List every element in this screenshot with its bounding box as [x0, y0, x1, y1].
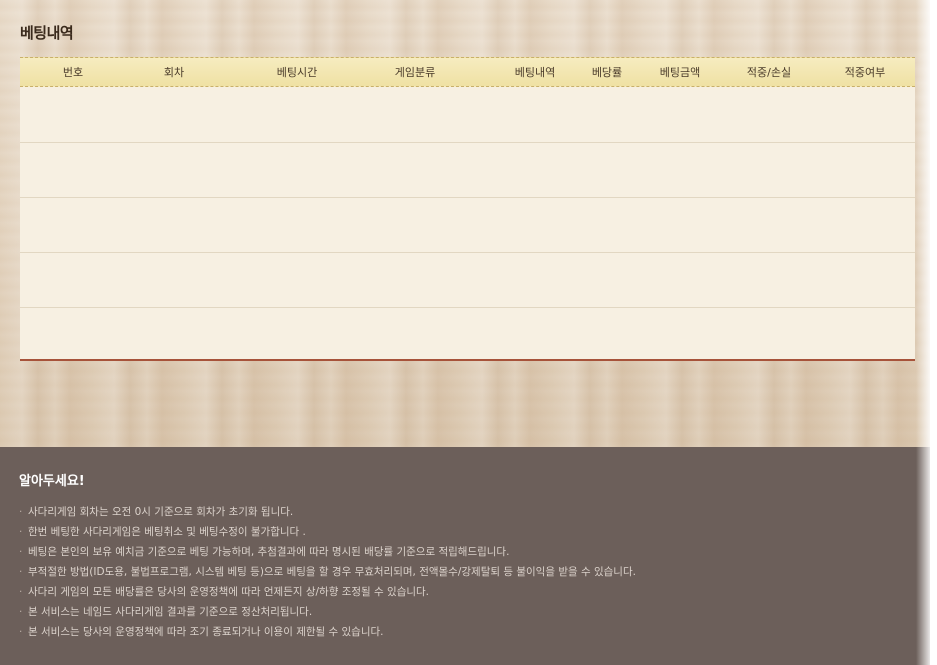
column-header-bet-amount: 베팅금액 — [659, 66, 701, 79]
notice-item-text: 한번 베팅한 사다리게임은 베팅취소 및 베팅수정이 불가합니다 . — [28, 526, 306, 538]
column-header-bet-time: 베팅시간 — [276, 66, 318, 79]
table-row — [20, 88, 915, 143]
bullet-icon: · — [19, 626, 23, 638]
table-row — [20, 308, 915, 357]
betting-history-table: 번호 회차 베팅시간 게임분류 베팅내역 베당률 베팅금액 적중/손실 적중여부 — [20, 57, 915, 361]
notice-item-text: 본 서비스는 당사의 운영정책에 따라 조기 종료되거나 이용이 제한될 수 있… — [28, 626, 384, 638]
notice-item-text: 부적절한 방법(ID도용, 불법프로그램, 시스템 베팅 등)으로 베팅을 할 … — [28, 566, 636, 578]
column-header-win-loss: 적중/손실 — [746, 66, 792, 79]
table-row — [20, 143, 915, 198]
column-header-bet-detail: 베팅내역 — [514, 66, 556, 79]
notice-item: · 베팅은 본인의 보유 예치금 기준으로 베팅 가능하며, 추첨결과에 따라 명… — [19, 542, 636, 562]
notice-item: · 본 서비스는 네임드 사다리게임 결과를 기준으로 정산처리됩니다. — [19, 602, 636, 622]
table-row — [20, 253, 915, 308]
notice-title: 알아두세요! — [19, 474, 85, 489]
column-header-odds: 베당률 — [591, 66, 623, 79]
notice-panel: 알아두세요! · 사다리게임 회차는 오전 0시 기준으로 회차가 초기화 됩니다… — [0, 447, 930, 665]
notice-list: · 사다리게임 회차는 오전 0시 기준으로 회차가 초기화 됩니다. · 한번 베… — [19, 502, 636, 642]
notice-item-text: 본 서비스는 네임드 사다리게임 결과를 기준으로 정산처리됩니다. — [28, 606, 313, 618]
notice-item: · 사다리게임 회차는 오전 0시 기준으로 회차가 초기화 됩니다. — [19, 502, 636, 522]
table-header: 번호 회차 베팅시간 게임분류 베팅내역 베당률 베팅금액 적중/손실 적중여부 — [20, 57, 915, 87]
notice-item-text: 베팅은 본인의 보유 예치금 기준으로 베팅 가능하며, 추첨결과에 따라 명시… — [28, 546, 510, 558]
bullet-icon: · — [19, 586, 23, 598]
notice-item-text: 사다리게임 회차는 오전 0시 기준으로 회차가 초기화 됩니다. — [28, 506, 294, 518]
notice-item: · 본 서비스는 당사의 운영정책에 따라 조기 종료되거나 이용이 제한될 수 … — [19, 622, 636, 642]
bullet-icon: · — [19, 526, 23, 538]
column-header-round: 회차 — [163, 66, 185, 79]
section-title: 베팅내역 — [20, 24, 74, 42]
column-header-result: 적중여부 — [844, 66, 886, 79]
bullet-icon: · — [19, 506, 23, 518]
column-header-game-type: 게임분류 — [394, 66, 436, 79]
notice-item-text: 사다리 게임의 모든 배당률은 당사의 운영정책에 따라 언제든지 상/하향 조… — [28, 586, 430, 598]
bullet-icon: · — [19, 566, 23, 578]
notice-item: · 사다리 게임의 모든 배당률은 당사의 운영정책에 따라 언제든지 상/하향 … — [19, 582, 636, 602]
bullet-icon: · — [19, 546, 23, 558]
table-row — [20, 198, 915, 253]
column-header-number: 번호 — [62, 66, 84, 79]
notice-item: · 부적절한 방법(ID도용, 불법프로그램, 시스템 베팅 등)으로 베팅을 할… — [19, 562, 636, 582]
bullet-icon: · — [19, 606, 23, 618]
notice-item: · 한번 베팅한 사다리게임은 베팅취소 및 베팅수정이 불가합니다 . — [19, 522, 636, 542]
